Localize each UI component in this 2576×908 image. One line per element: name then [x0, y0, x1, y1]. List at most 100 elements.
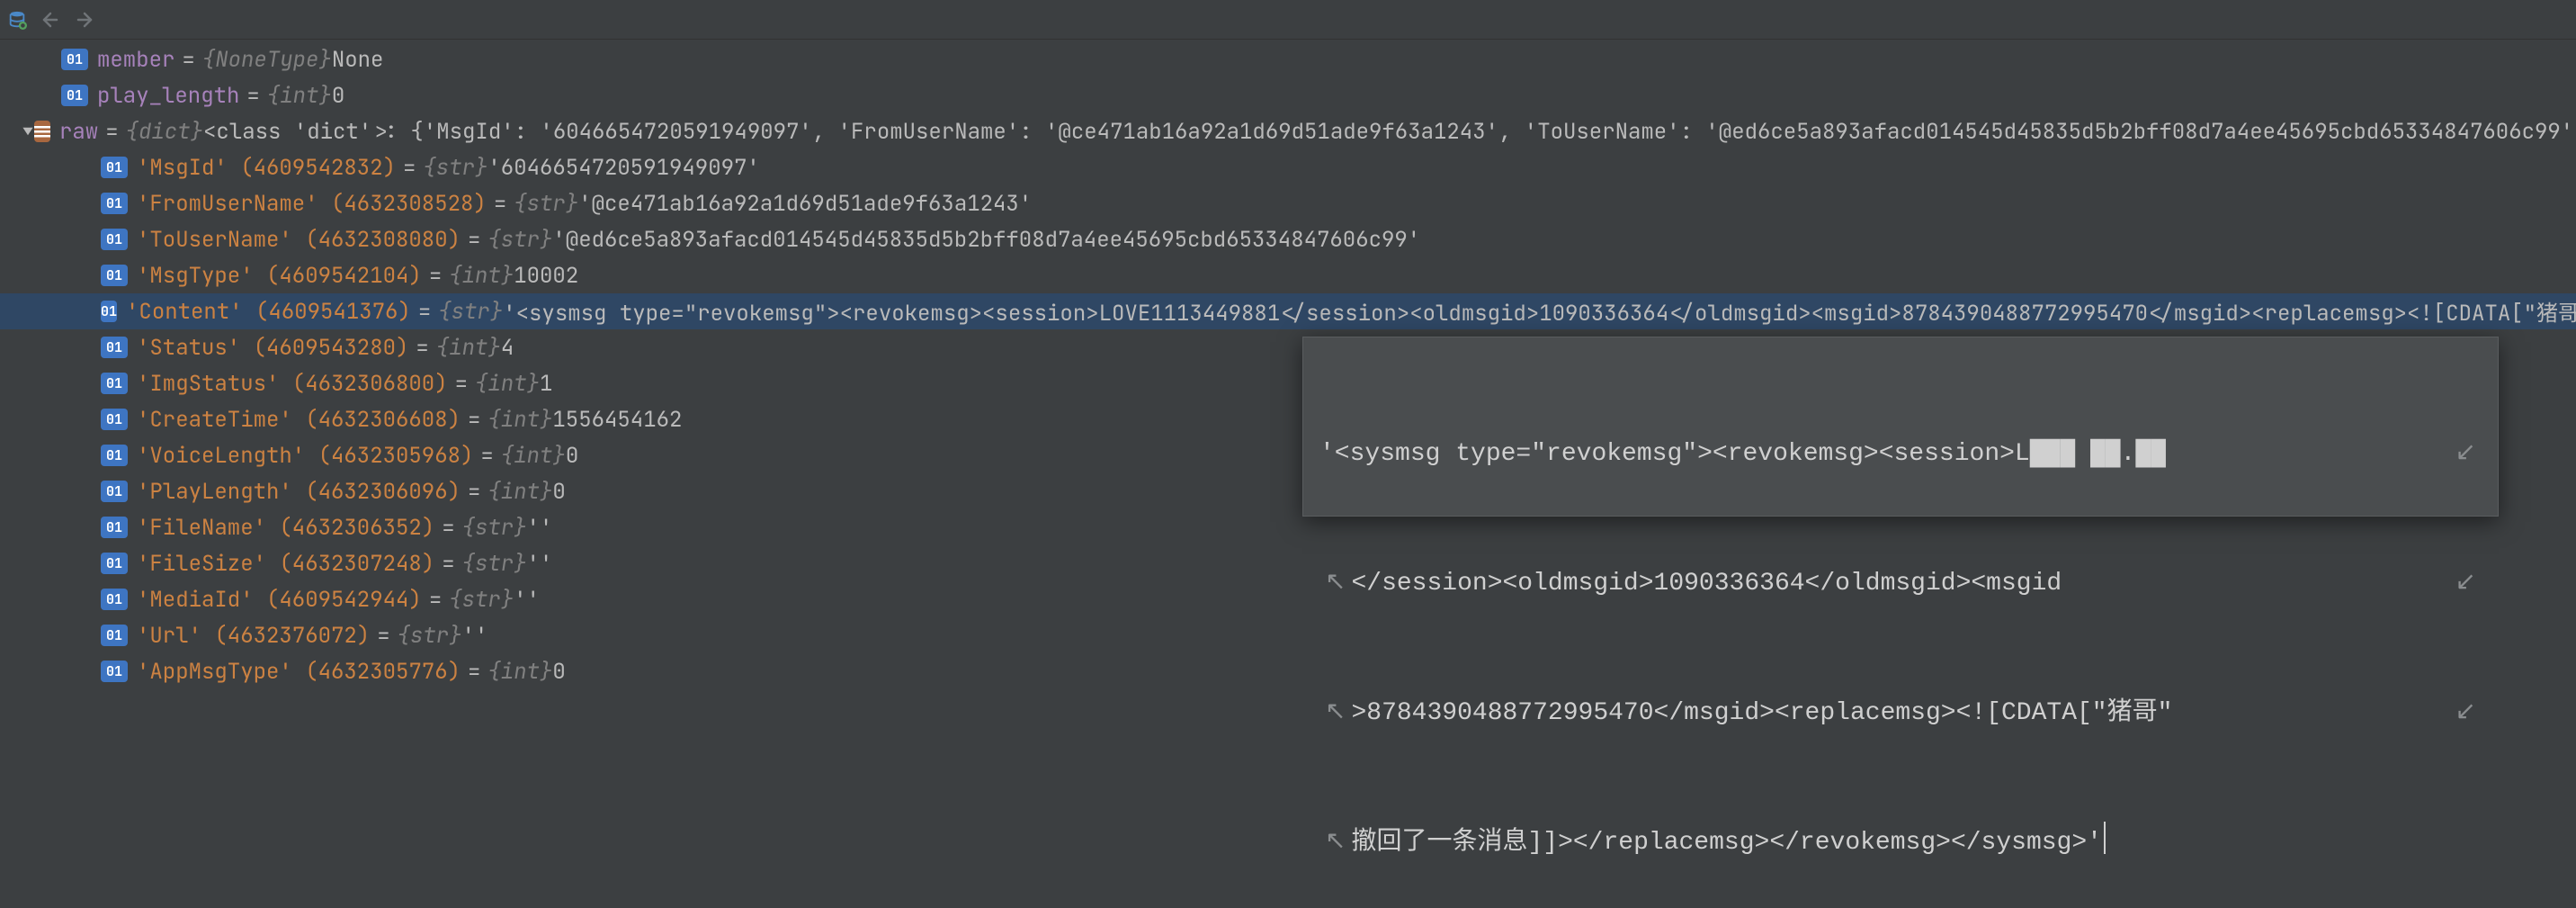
- equals-sign: =: [494, 190, 506, 218]
- database-icon[interactable]: [7, 10, 27, 30]
- primitive-badge-icon: 01: [101, 229, 128, 250]
- variable-name: 'MediaId' (4609542944): [137, 586, 422, 614]
- primitive-badge-icon: 01: [101, 265, 128, 286]
- equals-sign: =: [246, 82, 259, 110]
- equals-sign: =: [105, 118, 118, 146]
- primitive-badge-icon: 01: [61, 49, 88, 70]
- variable-type: {str}: [462, 550, 527, 578]
- primitive-badge-icon: 01: [101, 445, 128, 466]
- variable-name: 'PlayLength' (4632306096): [137, 478, 461, 506]
- variable-value: None: [332, 46, 384, 74]
- variable-name: 'AppMsgType' (4632305776): [137, 658, 461, 686]
- soft-wrap-in-icon: ↖: [1319, 562, 1351, 606]
- tooltip-text: '<sysmsg type="revokemsg"><revokemsg><se…: [1319, 433, 2450, 476]
- primitive-badge-icon: 01: [101, 661, 128, 682]
- variable-name: 'VoiceLength' (4632305968): [137, 442, 473, 470]
- primitive-badge-icon: 01: [101, 373, 128, 394]
- expand-arrow-icon[interactable]: [22, 125, 34, 138]
- variable-type: {dict}: [126, 118, 203, 146]
- tooltip-text: >8784390488772995470</msgid><replacemsg>…: [1351, 692, 2449, 735]
- equals-sign: =: [442, 550, 454, 578]
- primitive-badge-icon: 01: [101, 625, 128, 646]
- variable-row[interactable]: raw = {dict} <class 'dict'>: {'MsgId': '…: [0, 113, 2576, 149]
- variable-name: 'MsgType' (4609542104): [137, 262, 422, 290]
- equals-sign: =: [468, 658, 480, 686]
- nav-back-icon[interactable]: [40, 9, 61, 31]
- equals-sign: =: [416, 334, 428, 362]
- variable-type: {str}: [449, 586, 514, 614]
- variable-name: 'Url' (4632376072): [137, 622, 370, 650]
- variable-row[interactable]: 01'ToUserName' (4632308080) = {str} '@ed…: [0, 221, 2576, 257]
- equals-sign: =: [418, 298, 431, 326]
- variable-value: 1: [540, 370, 552, 398]
- equals-sign: =: [377, 622, 389, 650]
- variable-value: '@ce471ab16a92a1d69d51ade9f63a1243': [578, 190, 1032, 218]
- variable-name: 'ImgStatus' (4632306800): [137, 370, 448, 398]
- equals-sign: =: [480, 442, 493, 470]
- variable-row[interactable]: 01 play_length = {int} 0: [0, 77, 2576, 113]
- variable-name: 'Content' (4609541376): [126, 298, 411, 326]
- variable-type: {str}: [398, 622, 462, 650]
- variable-type: {str}: [462, 514, 527, 542]
- tab-label[interactable]: msg: [1268, 0, 1307, 3]
- variable-type: {str}: [514, 190, 578, 218]
- variable-name: member: [97, 46, 174, 74]
- soft-wrap-out-icon: ↙: [2450, 562, 2482, 606]
- tooltip-text: </session><oldmsgid>1090336364</oldmsgid…: [1351, 562, 2449, 606]
- text-cursor: [2104, 822, 2106, 854]
- variable-type: {int}: [501, 442, 566, 470]
- nav-forward-icon[interactable]: [74, 9, 95, 31]
- variable-type: {str}: [487, 226, 552, 254]
- variable-name: 'Status' (4609543280): [137, 334, 408, 362]
- soft-wrap-in-icon: ↖: [1319, 822, 1351, 865]
- soft-wrap-in-icon: ↖: [1319, 692, 1351, 735]
- variable-name: 'CreateTime' (4632306608): [137, 406, 461, 434]
- variable-type: {str}: [438, 298, 503, 326]
- variable-row[interactable]: 01'FromUserName' (4632308528) = {str} '@…: [0, 185, 2576, 221]
- variable-type: {NoneType}: [202, 46, 332, 74]
- primitive-badge-icon: 01: [101, 337, 128, 358]
- soft-wrap-out-icon: ↙: [2450, 692, 2482, 735]
- variable-row[interactable]: 01'MsgType' (4609542104) = {int} 10002: [0, 257, 2576, 293]
- variable-name: play_length: [97, 82, 239, 110]
- variable-type: {int}: [487, 406, 552, 434]
- variable-type: {int}: [267, 82, 332, 110]
- variable-value: '': [514, 586, 540, 614]
- variable-value: '6046654720591949097': [487, 154, 759, 182]
- tooltip-text: 撤回了一条消息]]></replacemsg></revokemsg></sys…: [1351, 822, 2482, 865]
- equals-sign: =: [468, 226, 480, 254]
- primitive-badge-icon: 01: [101, 301, 117, 322]
- equals-sign: =: [182, 46, 194, 74]
- primitive-badge-icon: 01: [101, 157, 128, 178]
- equals-sign: =: [455, 370, 468, 398]
- variable-row[interactable]: 01 'MsgId' (4609542832) = {str} '60466547…: [0, 149, 2576, 185]
- equals-sign: =: [442, 514, 454, 542]
- variable-row[interactable]: 01'Content' (4609541376) = {str} '<sysms…: [0, 293, 2576, 329]
- primitive-badge-icon: 01: [101, 481, 128, 502]
- primitive-badge-icon: 01: [101, 409, 128, 430]
- variable-name: 'MsgId' (4609542832): [137, 154, 396, 182]
- primitive-badge-icon: 01: [101, 517, 128, 538]
- primitive-badge-icon: 01: [61, 85, 88, 106]
- variable-value: 10002: [514, 262, 578, 290]
- variable-name: 'FileName' (4632306352): [137, 514, 434, 542]
- variable-name: 'FileSize' (4632307248): [137, 550, 434, 578]
- variable-type: {str}: [423, 154, 487, 182]
- variable-type: {int}: [449, 262, 514, 290]
- variable-value: 4: [501, 334, 514, 362]
- dict-badge-icon: [34, 121, 50, 142]
- variable-value: 1556454162: [552, 406, 682, 434]
- primitive-badge-icon: 01: [101, 193, 128, 214]
- variable-value: 0: [332, 82, 344, 110]
- variable-value: '': [527, 514, 553, 542]
- variable-type: {int}: [436, 334, 501, 362]
- variable-type: {int}: [487, 478, 552, 506]
- soft-wrap-out-icon: ↙: [2450, 433, 2482, 476]
- variable-row[interactable]: 01 member = {NoneType} None: [0, 41, 2576, 77]
- variable-value: 0: [552, 658, 565, 686]
- primitive-badge-icon: 01: [101, 589, 128, 610]
- equals-sign: =: [403, 154, 416, 182]
- value-tooltip: '<sysmsg type="revokemsg"><revokemsg><se…: [1302, 337, 2499, 517]
- variable-value: <class 'dict'>: {'MsgId': '6046654720591…: [203, 118, 2576, 146]
- panel-tab-bar: msg: [0, 0, 2576, 7]
